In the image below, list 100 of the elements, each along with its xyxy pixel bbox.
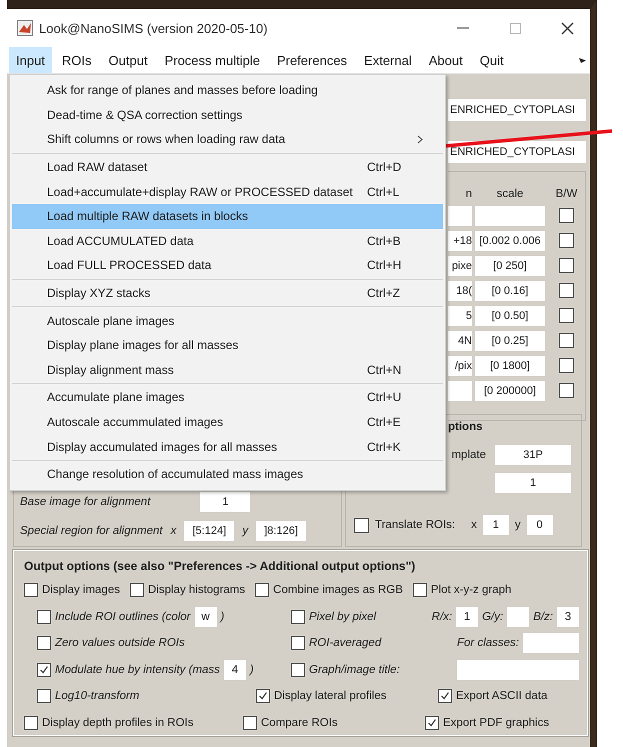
menu-bar-item[interactable]: About <box>422 47 470 73</box>
app-icon <box>17 20 33 36</box>
input-field[interactable]: 18( <box>448 280 472 300</box>
checkbox[interactable] <box>291 662 305 677</box>
scale-field[interactable]: [0 1800] <box>475 356 545 376</box>
checkbox[interactable] <box>559 358 574 373</box>
checkbox[interactable] <box>130 583 144 598</box>
menu-bar-item[interactable]: Process multiple <box>158 47 267 73</box>
input-field[interactable] <box>523 633 579 654</box>
menu-item[interactable]: Load+accumulate+display RAW or PROCESSED dataset Ctrl+L <box>12 179 443 204</box>
menu-item[interactable]: Dead-time & QSA correction settings <box>12 102 443 128</box>
input-field[interactable] <box>448 206 472 226</box>
input-field[interactable]: 1 <box>495 473 571 493</box>
input-field[interactable]: 31P <box>495 445 571 465</box>
input-field[interactable]: 1 <box>456 606 478 627</box>
checkbox[interactable] <box>255 583 270 598</box>
checkbox[interactable] <box>559 383 574 398</box>
menu-item[interactable]: Display plane images for all masses <box>12 332 443 358</box>
menu-item[interactable]: Display XYZ stacks Ctrl+Z <box>12 280 443 306</box>
file-field[interactable]: ENRICHED_CYTOPLASI <box>448 99 586 121</box>
field-label: G/y: <box>482 610 504 623</box>
checkbox-label: Plot x-y-z graph <box>430 584 512 596</box>
input-field[interactable]: [5:124] <box>184 520 234 540</box>
menu-item[interactable]: Load RAW dataset Ctrl+D <box>12 154 443 180</box>
menu-item[interactable]: Load FULL PROCESSED data Ctrl+H <box>12 253 443 278</box>
menu-item[interactable]: Accumulate plane images Ctrl+U <box>12 385 443 410</box>
input-field[interactable]: ]8:126] <box>256 520 306 540</box>
scale-field[interactable]: [0 200000] <box>475 380 545 400</box>
checkbox[interactable] <box>438 689 452 704</box>
checkbox[interactable] <box>559 233 574 248</box>
input-field[interactable]: /pix <box>448 356 472 376</box>
file-field[interactable]: ENRICHED_CYTOPLASI <box>448 141 586 163</box>
checkbox[interactable] <box>354 518 369 532</box>
input-field[interactable]: 3 <box>557 606 579 627</box>
menu-bar-item[interactable]: Preferences <box>270 47 354 73</box>
menu-item[interactable]: Change resolution of accumulated mass images <box>12 462 443 486</box>
checkbox[interactable] <box>559 333 574 348</box>
scale-field[interactable]: [0 0.50] <box>475 306 545 326</box>
scale-field[interactable]: [0 250] <box>475 256 545 276</box>
input-field[interactable]: 0 <box>526 515 553 535</box>
scale-field[interactable]: [0 0.25] <box>475 330 545 350</box>
checkbox[interactable] <box>559 208 574 223</box>
checkbox[interactable] <box>412 583 427 598</box>
checkbox[interactable] <box>425 716 439 730</box>
input-field[interactable]: w <box>194 606 217 627</box>
menu-bar-item[interactable]: Output <box>102 47 155 73</box>
input-field[interactable]: pixe <box>448 256 472 276</box>
input-field[interactable]: 1 <box>482 515 509 535</box>
input-field[interactable]: 5 <box>448 306 472 326</box>
menu-bar-item[interactable]: Input <box>9 47 52 73</box>
column-header: B/W <box>554 188 578 200</box>
panel-title: ptions <box>448 421 482 435</box>
input-field[interactable]: +18 <box>448 230 472 250</box>
field-label: R/x: <box>432 610 452 623</box>
input-field[interactable] <box>457 660 579 680</box>
checkbox[interactable] <box>559 283 574 298</box>
field-label: Special region for alignment <box>20 524 163 536</box>
checkbox[interactable] <box>24 583 38 598</box>
menu-item[interactable]: Display alignment mass Ctrl+N <box>12 358 443 382</box>
checkbox-label: Export PDF graphics <box>443 716 550 729</box>
checkbox[interactable] <box>24 716 38 730</box>
checkbox[interactable] <box>291 636 305 650</box>
column-header: scale <box>496 188 524 200</box>
menu-item[interactable]: Display accumulated images for all masses Ctrl+K <box>12 434 443 459</box>
scale-field[interactable]: [0 0.16] <box>475 280 545 300</box>
field-label: ) <box>250 664 254 676</box>
menu-bar-item[interactable]: Quit <box>472 47 511 73</box>
field-label: ) <box>220 610 224 623</box>
group-title: Output options (see also "Preferences -> Additional output options") <box>24 559 416 573</box>
menu-bar-item[interactable]: External <box>357 47 419 73</box>
menu-item[interactable]: Ask for range of planes and masses before loading <box>12 78 443 103</box>
checkbox-label: ROI-averaged <box>309 637 382 650</box>
checkbox[interactable] <box>291 610 305 624</box>
toolbar-arrow-icon[interactable] <box>579 56 586 64</box>
checkbox-label: Display lateral profiles <box>274 690 386 702</box>
menu-item[interactable]: Shift columns or rows when loading raw data <box>12 127 443 152</box>
window-title: Look@NanoSIMS (version 2020-05-10) <box>39 20 268 36</box>
checkbox[interactable] <box>243 716 257 730</box>
input-field[interactable]: 4 <box>224 660 246 680</box>
menu-bar-item[interactable]: ROIs <box>54 47 99 73</box>
menu-item[interactable]: Autoscale plane images <box>12 308 443 333</box>
checkbox[interactable] <box>37 610 51 624</box>
checkbox-label: Pixel by pixel <box>309 610 376 623</box>
input-field[interactable]: 1 <box>200 492 250 512</box>
checkbox[interactable] <box>37 636 51 650</box>
menu-item[interactable]: Autoscale accummulated images Ctrl+E <box>12 410 443 434</box>
checkbox[interactable] <box>37 689 51 704</box>
input-field[interactable]: 4N <box>448 330 472 350</box>
menu-item[interactable]: Load ACCUMULATED data Ctrl+B <box>12 228 443 254</box>
checkbox[interactable] <box>559 258 574 273</box>
checkbox[interactable] <box>559 308 574 323</box>
field-label: y <box>242 524 248 536</box>
scale-field[interactable] <box>475 206 545 226</box>
scale-field[interactable]: [0.002 0.006 <box>475 230 545 250</box>
input-field[interactable] <box>448 380 472 400</box>
input-field[interactable] <box>507 606 530 627</box>
checkbox[interactable] <box>256 689 270 704</box>
checkbox[interactable] <box>37 662 51 677</box>
menu-item[interactable]: Load multiple RAW datasets in blocks <box>12 204 443 229</box>
checkbox-label: Display images <box>42 584 120 596</box>
